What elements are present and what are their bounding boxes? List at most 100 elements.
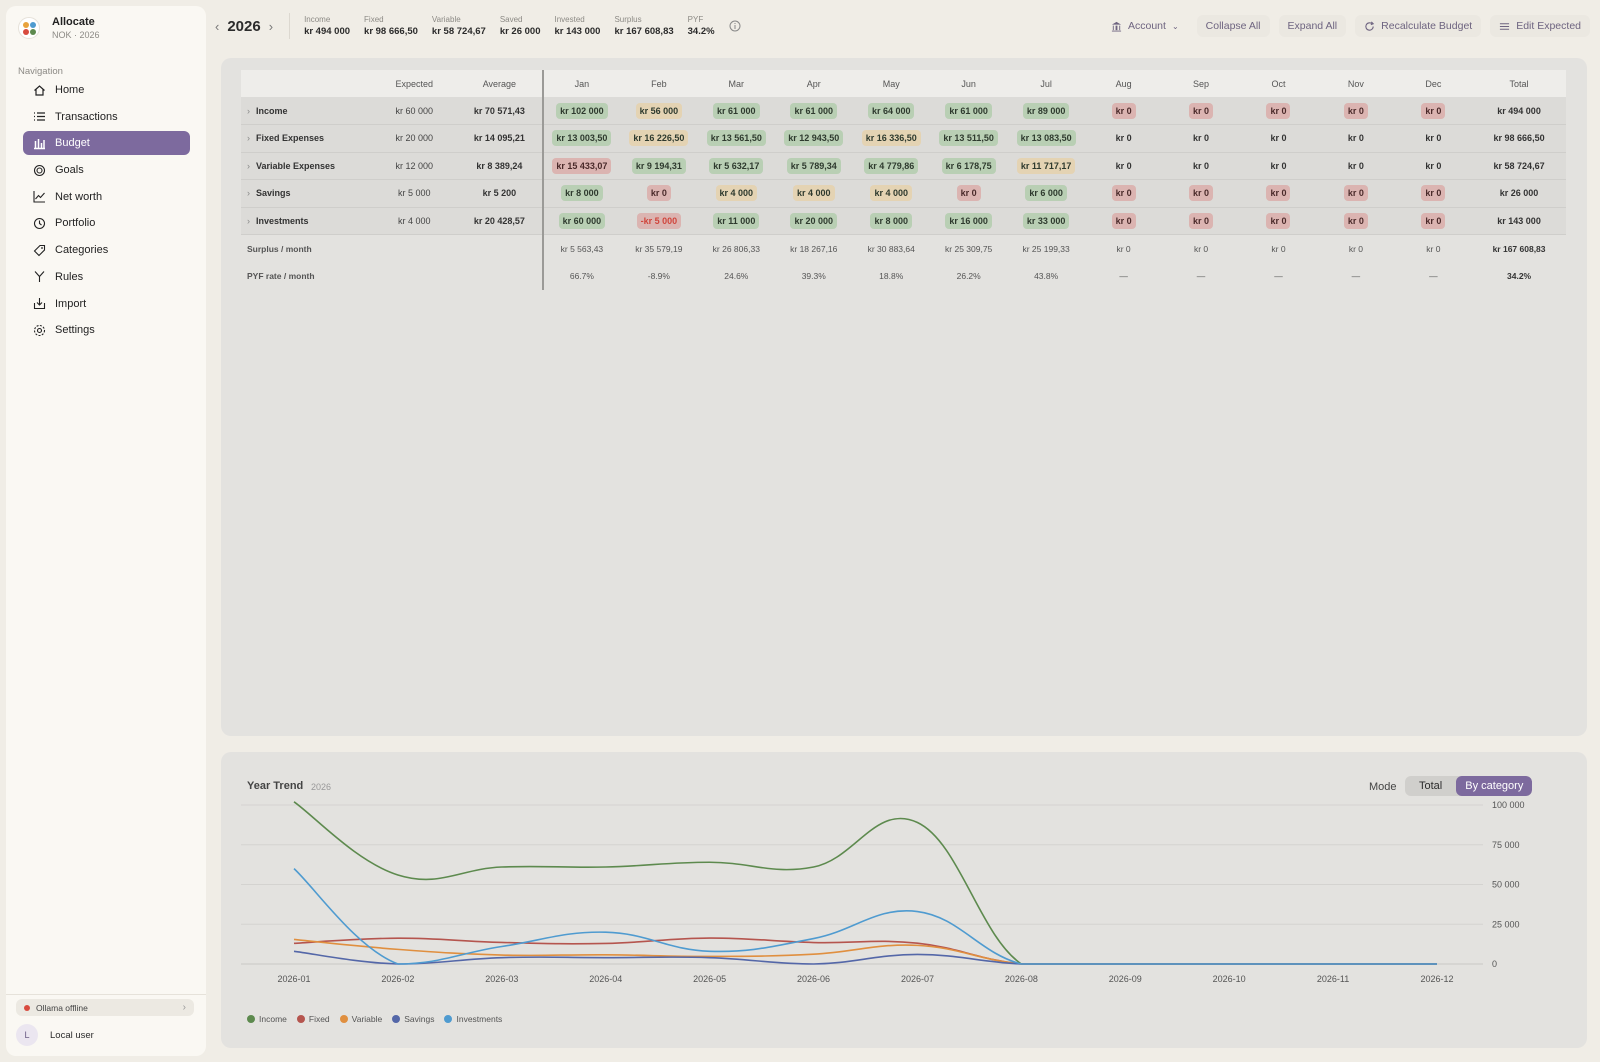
month-cell[interactable]: kr 61 000 <box>775 97 853 125</box>
month-cell[interactable]: kr 89 000 <box>1007 97 1085 125</box>
month-cell[interactable]: kr 5 632,17 <box>697 152 776 180</box>
month-cell[interactable]: kr 0 <box>1394 152 1473 180</box>
ollama-status[interactable]: Ollama offline › <box>16 999 194 1016</box>
month-cell[interactable]: kr 0 <box>1239 152 1318 180</box>
month-cell[interactable]: kr 0 <box>1239 207 1318 235</box>
legend-item[interactable]: Fixed <box>296 1014 330 1024</box>
month-cell[interactable]: kr 0 <box>1317 124 1395 153</box>
month-cell[interactable]: kr 0 <box>1239 179 1318 208</box>
month-cell[interactable]: kr 0 <box>1317 179 1395 208</box>
row-name[interactable]: › Income <box>241 97 372 125</box>
month-cell[interactable]: kr 11 717,17 <box>1007 152 1085 180</box>
month-cell[interactable]: kr 0 <box>1162 152 1240 180</box>
month-cell[interactable]: kr 0 <box>1394 97 1473 125</box>
row-name[interactable]: › Investments <box>241 207 372 235</box>
month-cell[interactable]: kr 60 000 <box>542 207 621 235</box>
series-line-income[interactable] <box>293 801 1437 965</box>
month-cell[interactable]: kr 4 000 <box>697 179 776 208</box>
month-cell[interactable]: kr 0 <box>620 179 698 208</box>
table-row[interactable]: › Variable Expenses kr 12 000 kr 8 389,24 kr… <box>241 152 1566 180</box>
month-cell[interactable]: kr 20 000 <box>775 207 853 235</box>
legend-item[interactable]: Income <box>247 1014 287 1024</box>
legend-item[interactable]: Investments <box>444 1014 502 1024</box>
month-cell[interactable]: kr 13 561,50 <box>697 124 776 153</box>
month-cell[interactable]: kr 0 <box>1394 179 1473 208</box>
month-cell[interactable]: kr 61 000 <box>697 97 776 125</box>
month-cell[interactable]: kr 16 336,50 <box>852 124 930 153</box>
month-cell[interactable]: kr 0 <box>1162 207 1240 235</box>
month-cell[interactable]: kr 0 <box>1162 124 1240 153</box>
legend-item[interactable]: Variable <box>339 1014 382 1024</box>
collapse-all-button[interactable]: Collapse All <box>1196 15 1270 37</box>
sidebar-item-goals[interactable]: Goals <box>23 158 190 182</box>
month-cell[interactable]: kr 12 943,50 <box>775 124 853 153</box>
month-cell[interactable]: kr 0 <box>1394 124 1473 153</box>
month-cell[interactable]: kr 0 <box>1084 207 1163 235</box>
y-tick-label: 100 000 <box>1492 800 1525 810</box>
month-cell[interactable]: kr 0 <box>1239 124 1318 153</box>
month-cell[interactable]: kr 0 <box>929 179 1008 208</box>
month-cell[interactable]: kr 0 <box>1084 152 1163 180</box>
month-cell[interactable]: kr 64 000 <box>852 97 930 125</box>
month-cell[interactable]: kr 0 <box>1394 207 1473 235</box>
month-cell[interactable]: kr 0 <box>1317 97 1395 125</box>
month-cell[interactable]: kr 8 000 <box>542 179 621 208</box>
month-cell[interactable]: kr 13 511,50 <box>929 124 1008 153</box>
month-cell[interactable]: kr 0 <box>1084 179 1163 208</box>
table-row[interactable]: › Investments kr 4 000 kr 20 428,57 kr 60 00… <box>241 207 1566 235</box>
month-cell[interactable]: kr 13 003,50 <box>542 124 621 153</box>
table-row[interactable]: › Fixed Expenses kr 20 000 kr 14 095,21 kr 1… <box>241 124 1566 153</box>
sidebar-item-rules[interactable]: Rules <box>23 265 190 289</box>
sidebar-item-net-worth[interactable]: Net worth <box>23 185 190 209</box>
month-cell[interactable]: kr 0 <box>1317 207 1395 235</box>
user-profile[interactable]: L Local user <box>16 1024 94 1046</box>
month-cell[interactable]: kr 4 000 <box>852 179 930 208</box>
series-line-investments[interactable] <box>293 868 1437 965</box>
month-cell[interactable]: -kr 5 000 <box>620 207 698 235</box>
sidebar-item-import[interactable]: Import <box>23 292 190 316</box>
sidebar-item-categories[interactable]: Categories <box>23 238 190 262</box>
month-cell[interactable]: kr 33 000 <box>1007 207 1085 235</box>
month-cell[interactable]: kr 0 <box>1084 97 1163 125</box>
sidebar-item-portfolio[interactable]: Portfolio <box>23 211 190 235</box>
month-cell[interactable]: kr 6 000 <box>1007 179 1085 208</box>
month-cell[interactable]: kr 56 000 <box>620 97 698 125</box>
recalculate-budget-button[interactable]: Recalculate Budget <box>1355 15 1482 37</box>
expand-all-button[interactable]: Expand All <box>1278 15 1347 37</box>
month-cell[interactable]: kr 16 000 <box>929 207 1008 235</box>
row-name[interactable]: › Fixed Expenses <box>241 124 372 153</box>
month-cell[interactable]: kr 0 <box>1317 152 1395 180</box>
month-cell[interactable]: kr 8 000 <box>852 207 930 235</box>
month-cell[interactable]: kr 13 083,50 <box>1007 124 1085 153</box>
month-cell[interactable]: kr 0 <box>1162 179 1240 208</box>
sidebar-item-settings[interactable]: Settings <box>23 318 190 342</box>
month-cell[interactable]: kr 6 178,75 <box>929 152 1008 180</box>
legend-item[interactable]: Savings <box>392 1014 434 1024</box>
month-cell[interactable]: kr 102 000 <box>542 97 621 125</box>
column-header: Jul <box>1007 70 1085 97</box>
month-cell[interactable]: kr 4 779,86 <box>852 152 930 180</box>
sidebar-item-budget[interactable]: Budget <box>23 131 190 156</box>
month-cell[interactable]: kr 15 433,07 <box>542 152 621 180</box>
account-dropdown[interactable]: Account ⌄ <box>1102 15 1188 37</box>
table-row[interactable]: › Income kr 60 000 kr 70 571,43 kr 102 000 kr… <box>241 97 1566 125</box>
month-cell: -8.9% <box>620 262 698 290</box>
month-cell[interactable]: kr 4 000 <box>775 179 853 208</box>
row-name[interactable]: › Savings <box>241 179 372 208</box>
month-cell[interactable]: kr 16 226,50 <box>620 124 698 153</box>
prev-year-icon[interactable]: ‹ <box>215 19 219 34</box>
sidebar-item-transactions[interactable]: Transactions <box>23 105 190 129</box>
info-icon[interactable] <box>729 20 741 32</box>
month-cell[interactable]: kr 61 000 <box>929 97 1008 125</box>
row-name[interactable]: › Variable Expenses <box>241 152 372 180</box>
month-cell[interactable]: kr 9 194,31 <box>620 152 698 180</box>
month-cell[interactable]: kr 11 000 <box>697 207 776 235</box>
month-cell[interactable]: kr 0 <box>1239 97 1318 125</box>
month-cell[interactable]: kr 0 <box>1162 97 1240 125</box>
table-row[interactable]: › Savings kr 5 000 kr 5 200 kr 8 000 kr 0 kr 4… <box>241 179 1566 208</box>
sidebar-item-home[interactable]: Home <box>23 78 190 102</box>
edit-expected-button[interactable]: Edit Expected <box>1490 15 1590 37</box>
month-cell[interactable]: kr 5 789,34 <box>775 152 853 180</box>
month-cell[interactable]: kr 0 <box>1084 124 1163 153</box>
next-year-icon[interactable]: › <box>269 19 273 34</box>
